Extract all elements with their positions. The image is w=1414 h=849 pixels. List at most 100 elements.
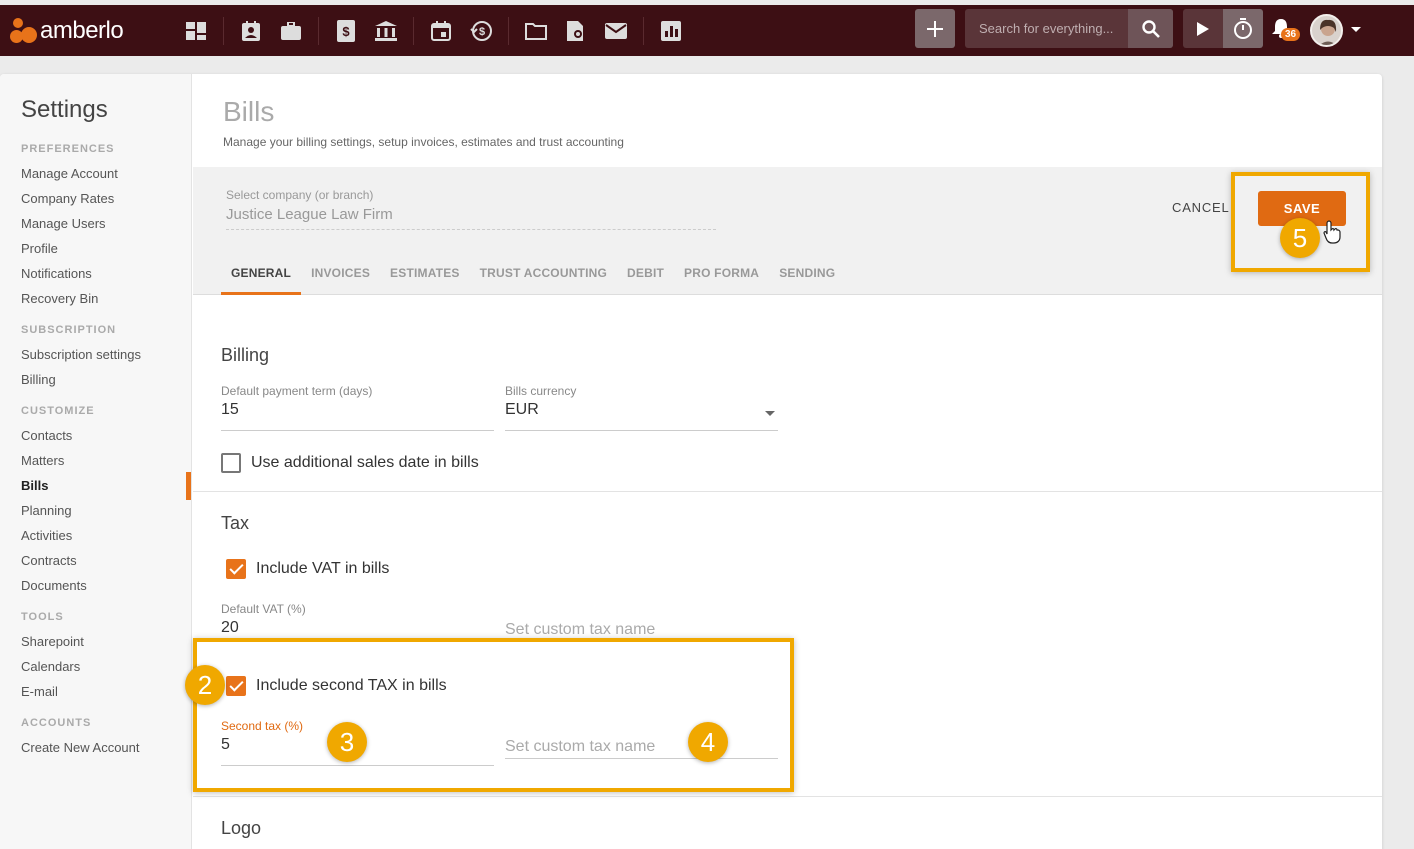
page-title: Bills — [223, 96, 275, 127]
company-select-label: Select company (or branch) — [226, 188, 374, 202]
sidebar-item-subscription-settings[interactable]: Subscription settings — [21, 347, 141, 362]
sidebar-item-activities[interactable]: Activities — [21, 528, 72, 543]
active-item-indicator — [186, 472, 191, 500]
sidebar-item-calendars[interactable]: Calendars — [21, 659, 80, 674]
user-menu-caret-icon[interactable] — [1351, 27, 1361, 32]
time-billing-icon[interactable]: $ — [461, 13, 501, 49]
settings-header-band: Select company (or branch) Justice Leagu… — [193, 167, 1382, 295]
sidebar-item-manage-users[interactable]: Manage Users — [21, 216, 106, 231]
tab-sending[interactable]: SENDING — [769, 265, 845, 295]
user-avatar[interactable] — [1310, 14, 1343, 47]
logo-section-title: Logo — [221, 818, 262, 838]
svg-text:$: $ — [342, 24, 350, 39]
stopwatch-button[interactable] — [1223, 9, 1263, 48]
sales-date-label: Use additional sales date in bills — [251, 454, 479, 471]
payment-term-input[interactable]: 15 — [221, 401, 494, 431]
tab-estimates[interactable]: ESTIMATES — [380, 265, 470, 295]
sales-date-checkbox[interactable] — [221, 453, 241, 473]
tutorial-step-badge: 2 — [185, 665, 225, 705]
payment-term-label: Default payment term (days) — [221, 384, 373, 398]
calendar-icon[interactable] — [421, 13, 461, 49]
top-navigation-bar: amberlo $ $ Search for everything... 36 — [0, 5, 1414, 56]
tutorial-step-badge: 3 — [327, 722, 367, 762]
add-new-button[interactable] — [915, 9, 955, 48]
global-search — [965, 9, 1173, 48]
sidebar-item-create-new-account[interactable]: Create New Account — [21, 740, 140, 755]
default-vat-input[interactable]: 20 — [221, 619, 494, 649]
reports-icon[interactable] — [651, 13, 691, 49]
tab-general[interactable]: GENERAL — [221, 265, 302, 295]
sidebar-item-notifications[interactable]: Notifications — [21, 266, 92, 281]
tab-debit[interactable]: DEBIT — [617, 265, 674, 295]
sidebar-section-customize: CUSTOMIZE — [21, 405, 95, 417]
include-second-tax-label: Include second TAX in bills — [256, 677, 447, 694]
bank-icon[interactable] — [366, 13, 406, 49]
sidebar-section-subscription: SUBSCRIPTION — [21, 324, 117, 336]
settings-tabs: GENERAL INVOICES ESTIMATES TRUST ACCOUNT… — [221, 265, 845, 295]
sidebar-item-manage-account[interactable]: Manage Account — [21, 166, 118, 181]
sidebar-item-recovery-bin[interactable]: Recovery Bin — [21, 291, 98, 306]
svg-text:$: $ — [479, 26, 485, 38]
sidebar-item-documents[interactable]: Documents — [21, 578, 87, 593]
tab-pro-forma[interactable]: PRO FORMA — [674, 265, 769, 295]
tab-trust-accounting[interactable]: TRUST ACCOUNTING — [470, 265, 617, 295]
contacts-icon[interactable] — [231, 13, 271, 49]
sidebar-item-sharepoint[interactable]: Sharepoint — [21, 634, 84, 649]
currency-dropdown-caret-icon[interactable] — [765, 411, 775, 416]
plus-icon — [927, 20, 943, 37]
page-subtitle: Manage your billing settings, setup invo… — [223, 135, 624, 149]
notifications-button[interactable]: 36 — [1270, 17, 1301, 47]
sidebar-item-contracts[interactable]: Contracts — [21, 553, 77, 568]
second-tax-custom-name-input[interactable]: Set custom tax name — [505, 738, 655, 756]
second-tax-custom-name-underline — [505, 758, 778, 759]
second-tax-label: Second tax (%) — [221, 719, 304, 733]
section-divider — [193, 491, 1382, 492]
vat-custom-name-input[interactable]: Set custom tax name — [505, 621, 655, 639]
cancel-button[interactable]: CANCEL — [1172, 200, 1230, 215]
bills-icon[interactable]: $ — [326, 13, 366, 49]
sidebar-section-tools: TOOLS — [21, 611, 64, 623]
sidebar-item-contacts[interactable]: Contacts — [21, 428, 72, 443]
notification-count-badge: 36 — [1281, 28, 1301, 41]
currency-select[interactable]: EUR — [505, 401, 778, 431]
play-icon — [1197, 21, 1209, 36]
sidebar-item-email[interactable]: E-mail — [21, 684, 58, 699]
tutorial-step-badge: 5 — [1280, 218, 1320, 258]
sidebar-item-bills[interactable]: Bills — [21, 478, 48, 493]
default-vat-label: Default VAT (%) — [221, 602, 306, 616]
section-divider — [193, 796, 1382, 797]
logo-mark-icon — [10, 18, 38, 44]
mail-icon[interactable] — [596, 13, 636, 49]
sidebar-section-preferences: PREFERENCES — [21, 143, 115, 155]
folder-icon[interactable] — [516, 13, 556, 49]
settings-sidebar: Settings PREFERENCES Manage Account Comp… — [0, 74, 192, 849]
sidebar-item-company-rates[interactable]: Company Rates — [21, 191, 114, 206]
hand-cursor-icon — [1323, 220, 1341, 244]
bills-settings-panel: Bills Manage your billing settings, setu… — [193, 74, 1382, 849]
search-icon — [1141, 19, 1160, 38]
company-select[interactable]: Justice League Law Firm — [226, 206, 716, 230]
tab-invoices[interactable]: INVOICES — [301, 265, 380, 295]
start-timer-button[interactable] — [1183, 9, 1223, 48]
amberlo-logo[interactable]: amberlo — [10, 17, 124, 45]
search-input[interactable] — [965, 9, 1128, 48]
tutorial-step-badge: 4 — [688, 722, 728, 762]
tax-section-title: Tax — [221, 513, 250, 533]
matters-icon[interactable] — [271, 13, 311, 49]
sidebar-item-billing[interactable]: Billing — [21, 372, 56, 387]
logo-text: amberlo — [40, 17, 124, 44]
stopwatch-icon — [1234, 17, 1252, 39]
sidebar-item-profile[interactable]: Profile — [21, 241, 58, 256]
dashboard-icon[interactable] — [176, 13, 216, 49]
search-button[interactable] — [1128, 9, 1173, 48]
sidebar-item-matters[interactable]: Matters — [21, 453, 64, 468]
sidebar-item-planning[interactable]: Planning — [21, 503, 72, 518]
currency-label: Bills currency — [505, 384, 577, 398]
include-vat-checkbox[interactable] — [226, 559, 246, 579]
sidebar-title: Settings — [21, 96, 108, 123]
sidebar-section-accounts: ACCOUNTS — [21, 717, 92, 729]
contracts-icon[interactable] — [556, 13, 596, 49]
include-second-tax-checkbox[interactable] — [226, 676, 246, 696]
include-vat-label: Include VAT in bills — [256, 560, 390, 577]
billing-section-title: Billing — [221, 345, 270, 365]
